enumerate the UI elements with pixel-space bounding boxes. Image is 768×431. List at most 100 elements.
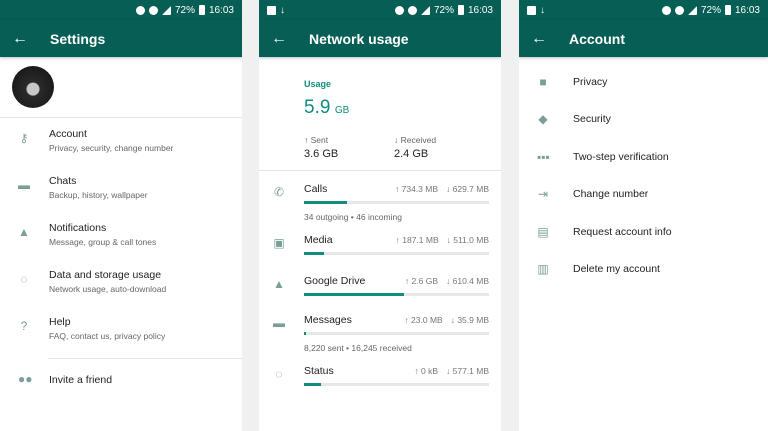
status-bar: ↓ 72% 16:03 — [519, 0, 768, 20]
settings-item-notifications[interactable]: ▲ Notifications Message, group & call ton… — [0, 212, 242, 259]
usage-total: 5.9 GB — [304, 97, 501, 119]
battery-percent: 72% — [174, 4, 195, 16]
usage-item-name: Calls — [304, 183, 328, 195]
usage-item-status: ◌ Status ↑ 0 kB ↓ 577.1 MB — [259, 353, 501, 386]
item-title: Account — [49, 128, 87, 140]
account-item-security[interactable]: ◆ Security — [519, 101, 768, 139]
account-screen: ↓ 72% 16:03 ← Account ■ Privacy ◆ Securi… — [519, 0, 768, 431]
account-item-label: Delete my account — [573, 263, 660, 276]
key-icon: ⚷ — [19, 131, 29, 145]
shield-icon: ◆ — [538, 112, 548, 127]
account-item-privacy[interactable]: ■ Privacy — [519, 63, 768, 101]
clock: 16:03 — [734, 4, 760, 16]
usage-item-received: ↓ 629.7 MB — [446, 184, 489, 194]
battery-percent: 72% — [700, 4, 721, 16]
invite-friend-item[interactable]: ●● Invite a friend — [0, 359, 242, 399]
vibrate-icon — [135, 5, 145, 15]
phone-icon: ✆ — [273, 185, 285, 199]
usage-item-sent: ↑ 0 kB — [414, 366, 438, 376]
battery-icon — [457, 5, 464, 15]
account-item-change-number[interactable]: ⇥ Change number — [519, 176, 768, 214]
usage-item-name: Media — [304, 234, 333, 246]
data-usage-icon: ◌ — [20, 272, 28, 286]
password-dots-icon: ▪▪▪ — [537, 149, 550, 164]
usage-item-google-drive: ▲ Google Drive ↑ 2.6 GB ↓ 610.4 MB — [259, 255, 501, 296]
account-item-label: Change number — [573, 188, 649, 201]
received-label: ↓ Received — [394, 135, 437, 145]
back-arrow-icon[interactable]: ← — [12, 30, 36, 48]
usage-item-received: ↓ 577.1 MB — [446, 366, 489, 376]
item-subtitle: FAQ, contact us, privacy policy — [49, 331, 166, 341]
usage-total-value: 5.9 — [304, 97, 331, 118]
account-item-label: Request account info — [573, 225, 672, 238]
signal-icon — [687, 5, 697, 15]
usage-bar — [304, 332, 489, 335]
toolbar: ← Network usage — [259, 20, 501, 57]
account-item-delete[interactable]: ▥ Delete my account — [519, 251, 768, 289]
item-title: Notifications — [49, 222, 107, 234]
profile-row[interactable] — [0, 57, 242, 118]
account-item-two-step[interactable]: ▪▪▪ Two-step verification — [519, 138, 768, 176]
sent-label: ↑ Sent — [304, 135, 329, 145]
network-usage-screen: ↓ 72% 16:03 ← Network usage Usage 5.9 GB… — [259, 0, 501, 431]
google-drive-icon: ▲ — [273, 277, 285, 291]
status-bar: 72% 16:03 — [0, 0, 242, 20]
account-item-label: Security — [573, 113, 611, 126]
account-item-label: Two-step verification — [573, 150, 669, 163]
people-icon: ●● — [18, 372, 33, 386]
toolbar: ← Settings — [0, 20, 242, 57]
item-title: Data and storage usage — [49, 269, 162, 281]
invite-label: Invite a friend — [49, 374, 113, 386]
usage-item-calls: ✆ Calls ↑ 734.3 MB ↓ 629.7 MB 34 outgoing… — [259, 171, 501, 222]
usage-label: Usage — [304, 79, 332, 89]
wifi-icon — [407, 5, 417, 15]
item-subtitle: Network usage, auto-download — [49, 284, 167, 294]
wifi-icon — [674, 5, 684, 15]
battery-icon — [198, 5, 205, 15]
settings-item-account[interactable]: ⚷ Account Privacy, security, change numbe… — [0, 118, 242, 165]
account-item-request-info[interactable]: ▤ Request account info — [519, 213, 768, 251]
help-icon: ? — [20, 319, 28, 333]
usage-item-media: ▣ Media ↑ 187.1 MB ↓ 511.0 MB — [259, 222, 501, 255]
vibrate-icon — [394, 5, 404, 15]
usage-item-sent: ↑ 734.3 MB — [395, 184, 438, 194]
image-notification-icon — [527, 5, 536, 15]
usage-bar-fill — [304, 201, 347, 204]
download-icon: ↓ — [540, 4, 545, 16]
battery-percent: 72% — [433, 4, 454, 16]
wifi-icon — [148, 5, 158, 15]
usage-bar-fill — [304, 383, 321, 386]
status-icon: ◌ — [275, 367, 283, 381]
usage-bar — [304, 383, 489, 386]
item-subtitle: Privacy, security, change number — [49, 143, 174, 153]
settings-item-help[interactable]: ? Help FAQ, contact us, privacy policy — [0, 306, 242, 353]
account-item-label: Privacy — [573, 75, 608, 88]
usage-bar — [304, 201, 489, 204]
trash-icon: ▥ — [537, 262, 549, 277]
back-arrow-icon[interactable]: ← — [271, 30, 295, 48]
settings-item-data-storage[interactable]: ◌ Data and storage usage Network usage, a… — [0, 259, 242, 306]
usage-item-name: Google Drive — [304, 275, 366, 287]
status-bar: ↓ 72% 16:03 — [259, 0, 501, 20]
image-notification-icon — [267, 5, 276, 15]
signal-icon — [420, 5, 430, 15]
toolbar: ← Account — [519, 20, 768, 57]
bell-icon: ▲ — [18, 225, 30, 239]
item-subtitle: Backup, history, wallpaper — [49, 190, 148, 200]
back-arrow-icon[interactable]: ← — [531, 30, 555, 48]
image-icon: ▣ — [273, 236, 285, 250]
chat-icon: ▬ — [18, 178, 30, 192]
usage-item-received: ↓ 35.9 MB — [450, 315, 489, 325]
sent-value: 3.6 GB — [304, 148, 339, 160]
clock: 16:03 — [208, 4, 234, 16]
clock: 16:03 — [467, 4, 493, 16]
change-number-icon: ⇥ — [537, 187, 549, 202]
usage-bar-fill — [304, 332, 306, 335]
message-icon: ▬ — [273, 316, 285, 330]
lock-icon: ■ — [539, 74, 547, 89]
battery-icon — [724, 5, 731, 15]
settings-item-chats[interactable]: ▬ Chats Backup, history, wallpaper — [0, 165, 242, 212]
avatar[interactable] — [12, 66, 54, 108]
sent-received-summary: ↑ Sent 3.6 GB ↓ Received 2.4 GB — [304, 135, 501, 160]
page-title: Network usage — [309, 30, 409, 47]
